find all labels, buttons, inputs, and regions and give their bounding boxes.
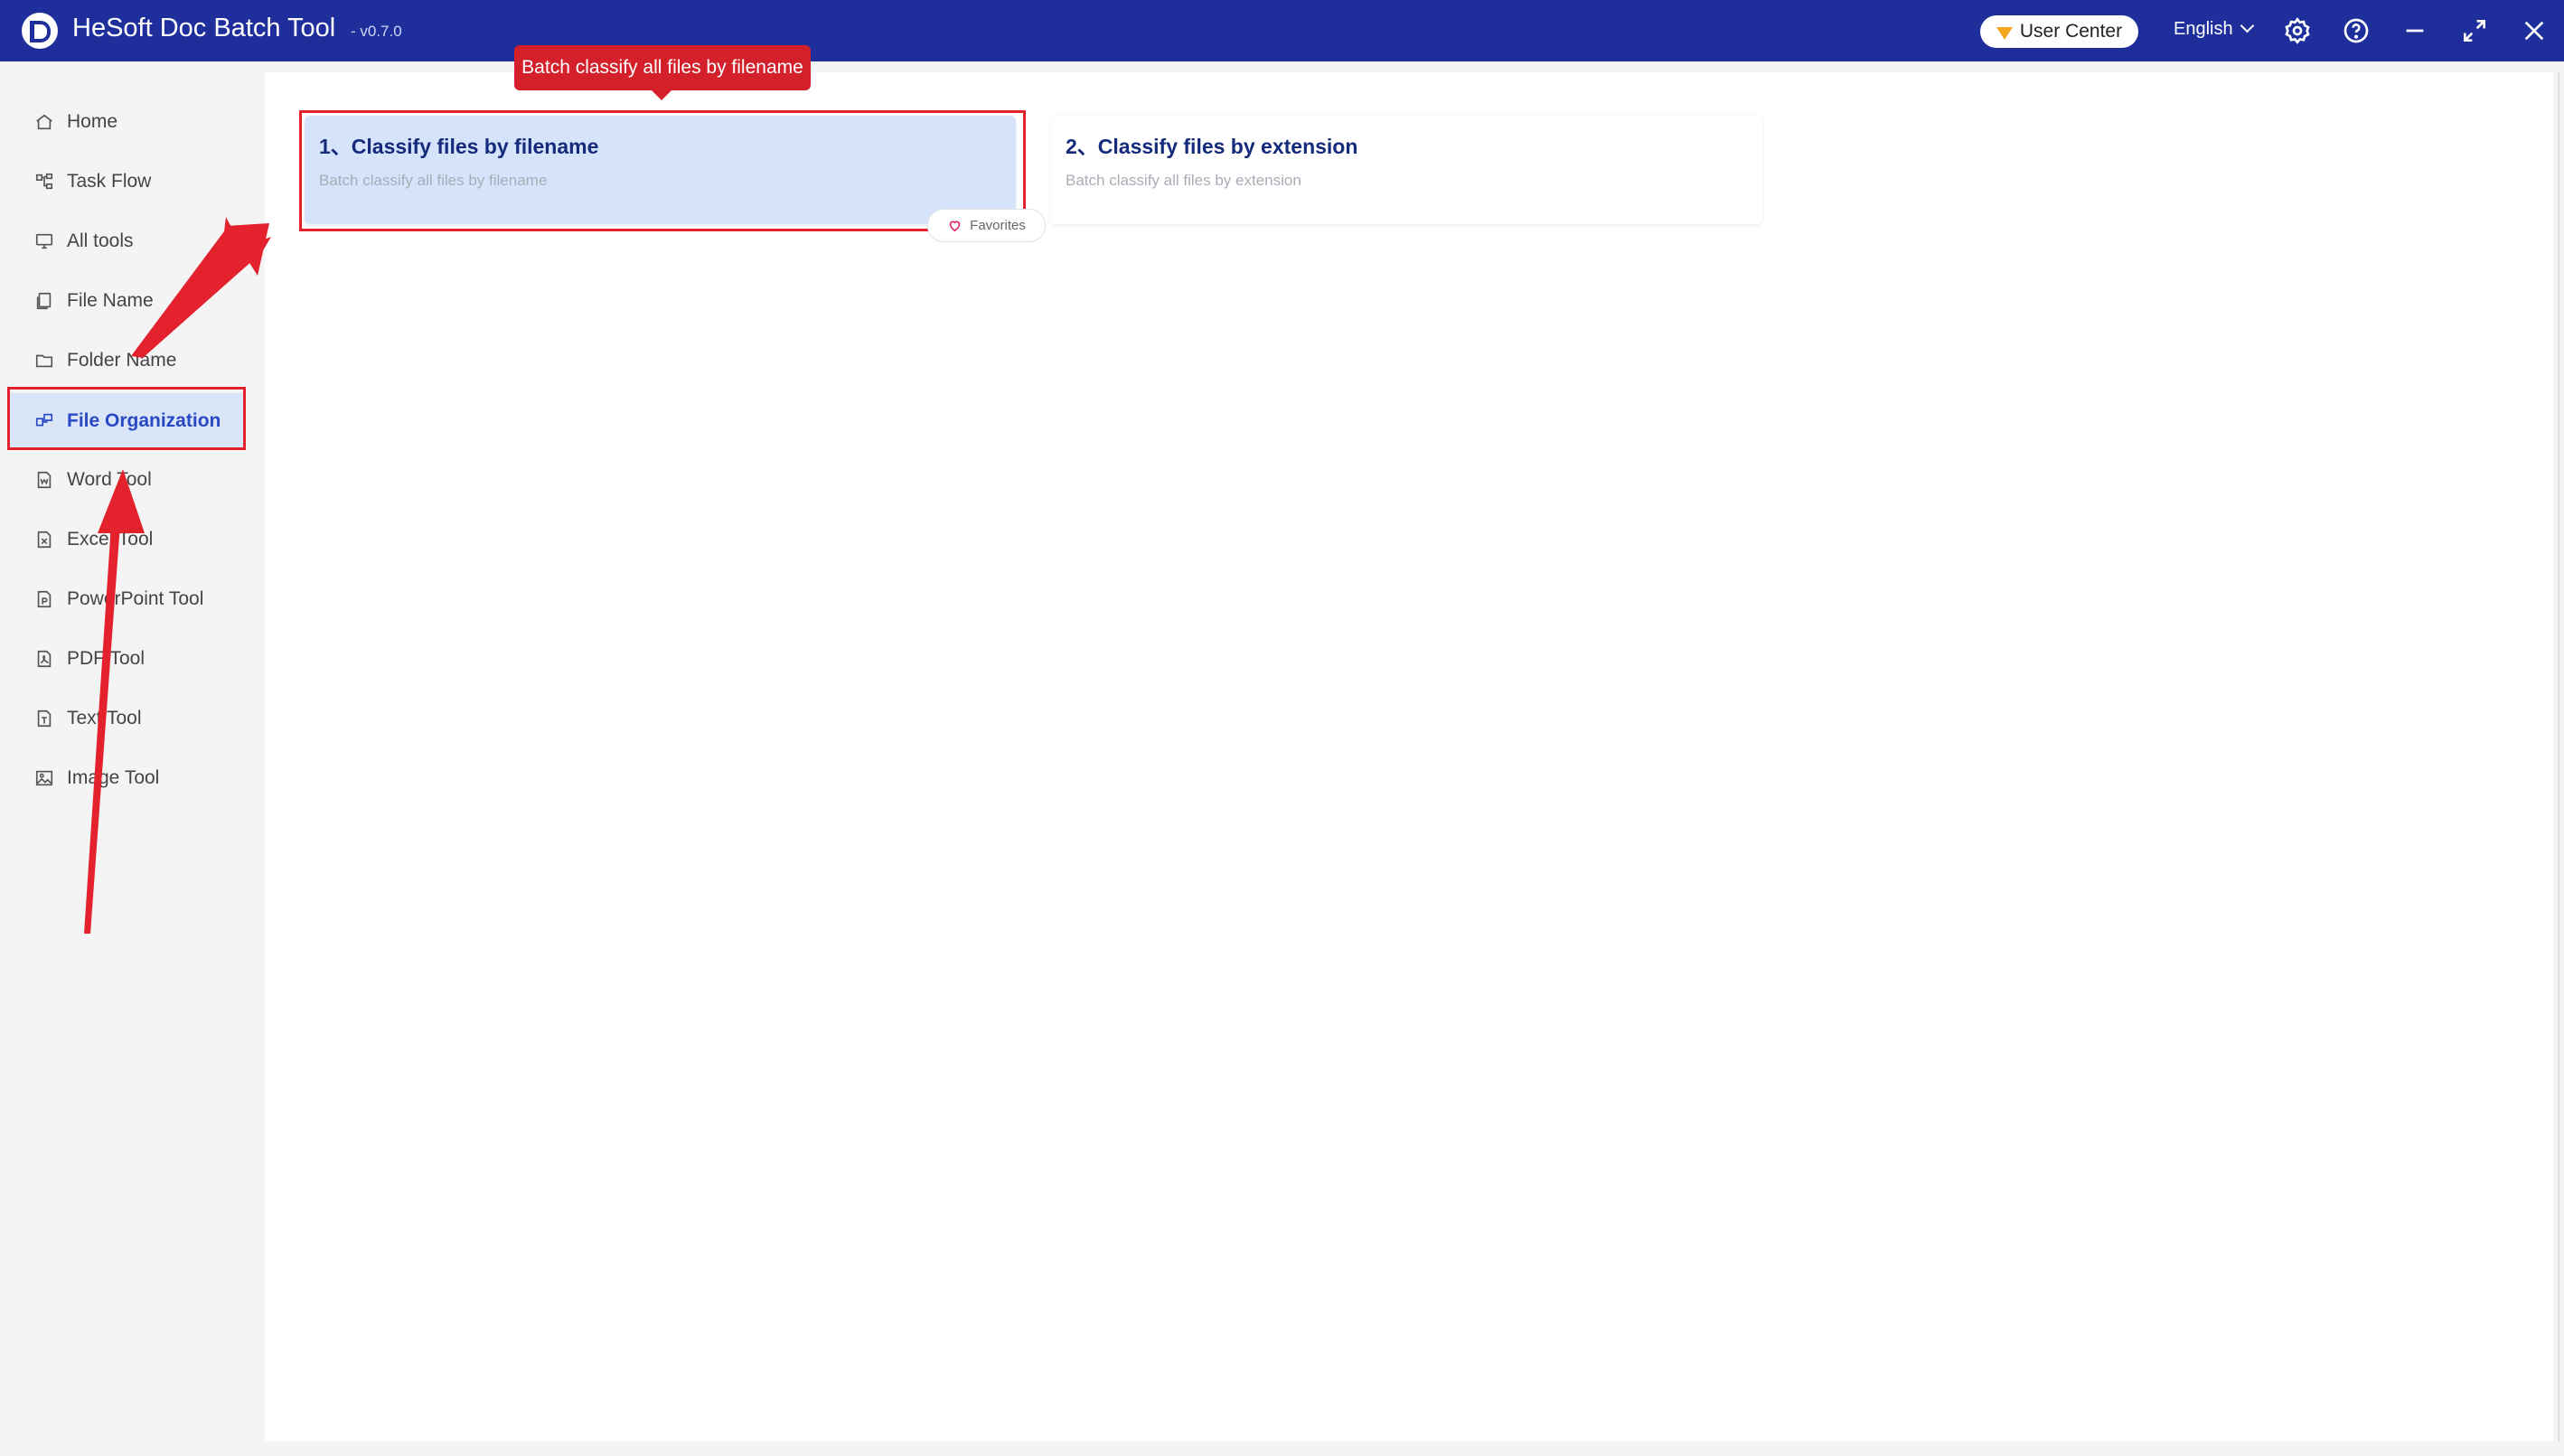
chevron-down-icon	[2240, 18, 2254, 33]
sidebar-item-all-tools[interactable]: All tools	[9, 213, 246, 269]
folder-icon	[34, 351, 54, 371]
main-panel	[265, 72, 2553, 1442]
tooltip: Batch classify all files by filename	[514, 45, 811, 90]
minimize-icon[interactable]	[2400, 16, 2429, 45]
favorites-label: Favorites	[970, 218, 1026, 233]
sidebar: Home Task Flow All tools File Name Folde…	[0, 61, 262, 1456]
help-icon[interactable]	[2342, 16, 2371, 45]
maximize-icon[interactable]	[2460, 16, 2489, 45]
excel-doc-icon	[34, 530, 54, 550]
sidebar-item-task-flow[interactable]: Task Flow	[9, 154, 246, 210]
card-description: Batch classify all files by extension	[1066, 172, 1301, 189]
sidebar-item-label: Excel Tool	[67, 529, 154, 550]
monitor-icon	[34, 231, 54, 251]
ppt-doc-icon	[34, 589, 54, 609]
app-logo-icon	[22, 13, 58, 49]
sidebar-item-home[interactable]: Home	[9, 94, 246, 150]
sidebar-item-label: Text Tool	[67, 708, 142, 728]
diamond-icon	[1996, 27, 2013, 40]
sidebar-item-label: File Name	[67, 290, 154, 311]
title-bar: HeSoft Doc Batch Tool - v0.7.0 User Cent…	[0, 0, 2564, 61]
sidebar-item-label: PDF Tool	[67, 648, 145, 669]
language-label: English	[2174, 19, 2233, 39]
user-center-button[interactable]: User Center	[1980, 15, 2138, 48]
sidebar-item-image-tool[interactable]: Image Tool	[9, 750, 246, 806]
language-selector[interactable]: English	[2174, 18, 2254, 40]
text-doc-icon	[34, 709, 54, 728]
sidebar-item-label: Image Tool	[67, 767, 160, 788]
sidebar-item-pdf-tool[interactable]: PDF Tool	[9, 631, 246, 687]
sidebar-item-label: Task Flow	[67, 171, 152, 192]
image-icon	[34, 768, 54, 788]
sidebar-item-excel-tool[interactable]: Excel Tool	[9, 512, 246, 568]
sidebar-item-powerpoint-tool[interactable]: PowerPoint Tool	[9, 571, 246, 627]
card-title: 2、Classify files by extension	[1066, 135, 1358, 158]
flow-icon	[34, 172, 54, 192]
pdf-doc-icon	[34, 649, 54, 669]
tooltip-arrow	[651, 89, 672, 100]
app-version: - v0.7.0	[351, 23, 402, 40]
close-icon[interactable]	[2520, 16, 2549, 45]
annotation-highlight-box	[299, 110, 1026, 231]
annotation-highlight-box	[7, 387, 246, 450]
gear-icon[interactable]	[2283, 16, 2312, 45]
sidebar-item-label: Folder Name	[67, 350, 177, 371]
word-doc-icon	[34, 470, 54, 490]
sidebar-item-label: Home	[67, 111, 118, 132]
sidebar-item-label: Word Tool	[67, 469, 152, 490]
card-classify-by-extension[interactable]: 2、Classify files by extension Batch clas…	[1051, 116, 1762, 224]
sidebar-item-word-tool[interactable]: Word Tool	[9, 452, 246, 508]
sidebar-item-label: All tools	[67, 230, 134, 251]
sidebar-item-label: PowerPoint Tool	[67, 588, 204, 609]
app-title: HeSoft Doc Batch Tool	[72, 14, 336, 42]
sidebar-item-text-tool[interactable]: Text Tool	[9, 690, 246, 747]
sidebar-item-folder-name[interactable]: Folder Name	[9, 333, 246, 389]
favorites-button[interactable]: Favorites	[927, 209, 1046, 242]
user-center-label: User Center	[2019, 21, 2123, 42]
window-edge	[2558, 72, 2559, 1442]
heart-icon	[949, 221, 961, 232]
home-icon	[34, 112, 54, 132]
sidebar-item-file-name[interactable]: File Name	[9, 273, 246, 329]
file-copy-icon	[34, 291, 54, 311]
